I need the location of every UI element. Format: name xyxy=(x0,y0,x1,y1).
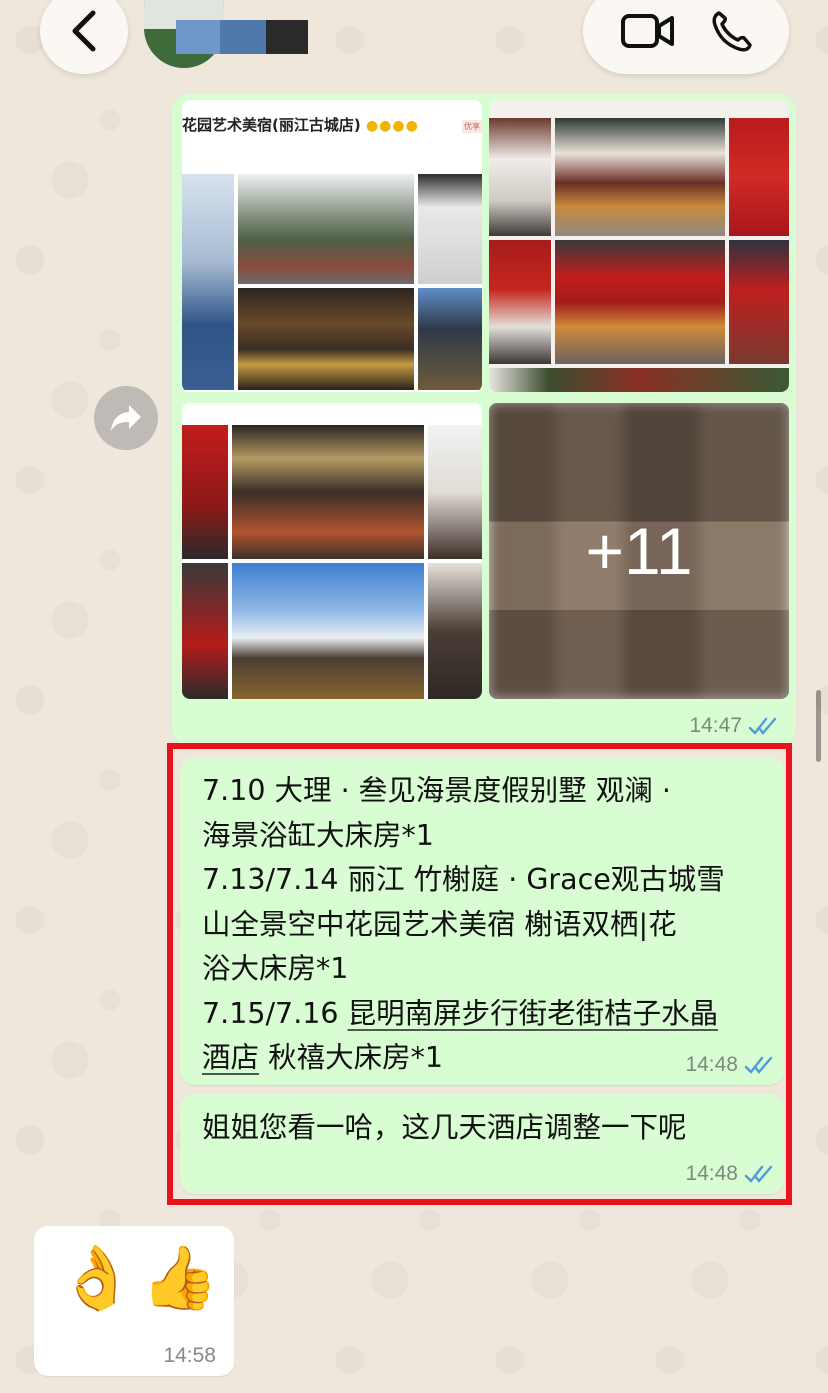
double-check-read-icon xyxy=(748,717,777,735)
highlight-frame xyxy=(167,743,792,1205)
message-time: 14:47 xyxy=(689,714,742,737)
message-meta: 14:47 xyxy=(689,714,778,738)
video-camera-icon[interactable] xyxy=(620,13,676,49)
hotel-card-stars: ●●●● xyxy=(365,118,419,134)
scrollbar[interactable] xyxy=(816,690,821,762)
call-actions xyxy=(583,0,789,74)
album-image-courtyard[interactable] xyxy=(489,100,789,392)
phone-icon[interactable] xyxy=(709,9,753,53)
incoming-emoji-message[interactable]: 👌👍 14:58 xyxy=(34,1226,234,1376)
album-more-images[interactable]: +11 xyxy=(489,403,789,699)
hotel-card-title-row: 花园艺术美宿(丽江古城店) ●●●● xyxy=(182,114,482,142)
back-button[interactable] xyxy=(40,0,128,74)
message-time: 14:58 xyxy=(163,1344,216,1367)
emoji-content: 👌👍 xyxy=(58,1241,225,1314)
album-image-lounge[interactable] xyxy=(182,403,482,699)
hotel-card-title: 花园艺术美宿(丽江古城店) xyxy=(182,116,361,134)
chat-header xyxy=(0,0,828,86)
contact-subtitle xyxy=(240,34,540,62)
forward-icon xyxy=(111,405,141,431)
forward-button[interactable] xyxy=(94,386,158,450)
hotel-card-badge: 优享 xyxy=(462,120,482,133)
chevron-left-icon xyxy=(72,10,96,52)
album-image-hotel-card[interactable]: 花园艺术美宿(丽江古城店) ●●●● 优享 xyxy=(182,100,482,392)
more-images-count: +11 xyxy=(585,514,693,588)
image-album-message[interactable]: 花园艺术美宿(丽江古城店) ●●●● 优享 +11 14:47 xyxy=(172,94,796,746)
